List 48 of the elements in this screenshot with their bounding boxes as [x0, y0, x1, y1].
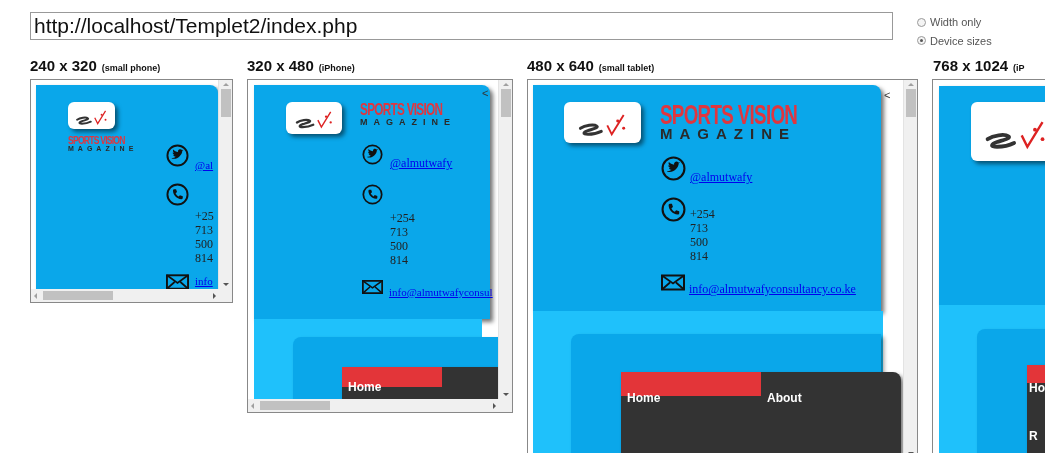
twitter-icon [362, 144, 383, 165]
phone-number: 814 [195, 250, 214, 265]
phone-number: 713 [390, 225, 409, 239]
phone-number: 500 [690, 235, 709, 249]
device-size: 480 x 640 [527, 55, 594, 76]
envelope-icon [362, 279, 383, 295]
phone-number: 500 [195, 236, 214, 251]
vertical-scrollbar[interactable] [498, 80, 512, 399]
device-name: (small phone) [101, 61, 161, 75]
phone-number: 814 [390, 253, 409, 267]
envelope-icon [661, 274, 685, 291]
envelope-icon [166, 273, 189, 289]
phone-number: +254 [390, 211, 415, 225]
device-name: (iPhone) [318, 61, 355, 75]
phone-number: 500 [390, 239, 409, 253]
vertical-scrollbar[interactable] [218, 80, 232, 289]
device-size: 320 x 480 [247, 55, 314, 76]
radio-option[interactable]: Device sizes [917, 32, 992, 49]
site-logo [68, 102, 115, 129]
phone-number: 713 [195, 222, 214, 237]
phone-icon [661, 197, 686, 222]
vertical-scrollbar[interactable] [903, 80, 917, 453]
menu-item[interactable]: R [1027, 413, 1045, 443]
back-arrow[interactable]: < [482, 85, 489, 102]
phone-number: +254 [690, 207, 715, 221]
phone-number: 713 [690, 221, 709, 235]
magazine-title: SPORTS VISION [68, 135, 125, 145]
menu-item[interactable]: About [761, 372, 901, 407]
device-size: 768 x 1024 [933, 55, 1009, 76]
back-arrow[interactable]: < [884, 87, 891, 104]
device-size: 240 x 320 [30, 55, 97, 76]
device-name: (small tablet) [598, 61, 655, 75]
magazine-title: SPORTS VISION [360, 102, 443, 118]
magazine-subtitle: MAGAZINE [660, 128, 796, 140]
device-name: (iP [1013, 61, 1025, 75]
magazine-subtitle: MAGAZINE [360, 118, 456, 126]
site-logo [286, 102, 342, 134]
phone-icon [362, 184, 383, 205]
horizontal-scrollbar[interactable] [248, 399, 512, 412]
radio-option[interactable]: Width only [917, 14, 992, 31]
phone-number: +25 [195, 208, 214, 223]
magazine-title: SPORTS VISION [660, 102, 798, 128]
twitter-icon [661, 156, 686, 181]
horizontal-scrollbar[interactable] [31, 289, 232, 302]
twitter-icon [166, 144, 189, 167]
url-field[interactable]: http://localhost/Templet2/index.php [30, 12, 893, 40]
phone-icon [166, 182, 189, 206]
phone-number: 814 [690, 249, 709, 263]
